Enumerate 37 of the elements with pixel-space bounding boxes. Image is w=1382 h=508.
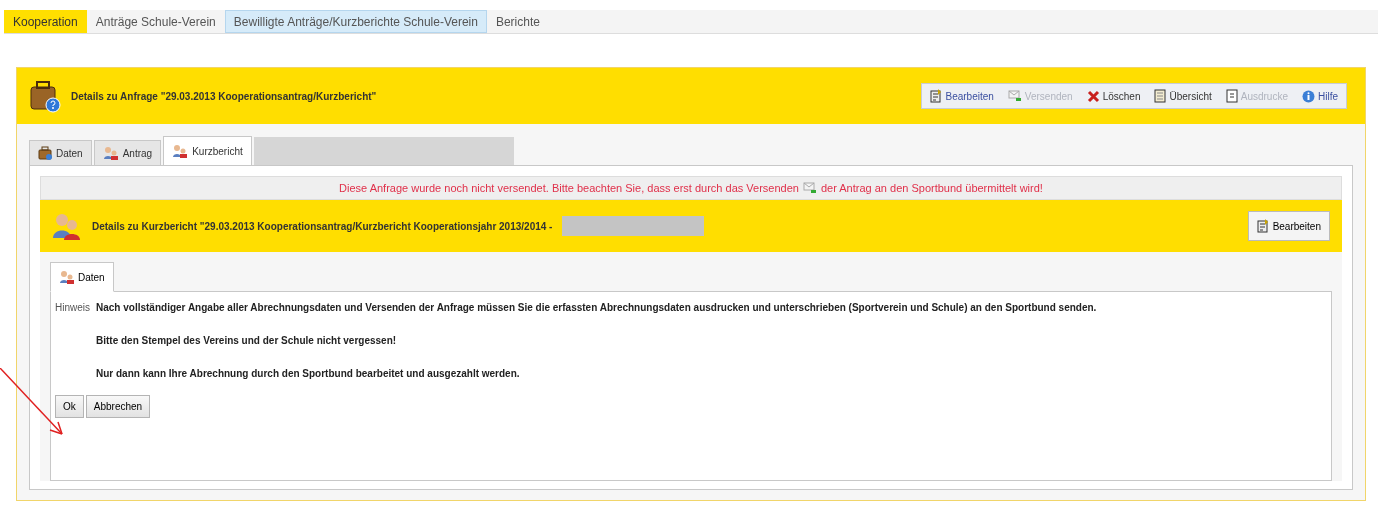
tab[interactable]: Daten <box>29 140 92 166</box>
briefcase-icon <box>38 146 52 160</box>
envelope-icon <box>802 182 817 194</box>
nav-tab[interactable]: Kooperation <box>4 10 87 33</box>
tab[interactable]: Antrag <box>93 140 162 166</box>
cross-icon <box>1086 89 1100 103</box>
nav-tab[interactable]: Berichte <box>486 10 549 33</box>
toolbar-button[interactable]: Bearbeiten <box>930 89 994 103</box>
toolbar-button[interactable]: Löschen <box>1086 89 1141 103</box>
dialog-button[interactable]: Abbrechen <box>85 395 151 418</box>
hint-text: Bitte den Stempel des Vereins und der Schule nicht vergessen! <box>96 335 398 346</box>
briefcase-help-icon <box>29 79 61 113</box>
people-icon <box>59 269 75 285</box>
hint-text: Nur dann kann Ihre Abrechnung durch den Sportbund bearbeitet und ausgezahlt werden. <box>96 368 521 379</box>
people-icon <box>102 145 119 161</box>
report-title: Details zu Kurzbericht "29.03.2013 Kooperationsantrag/Kurzbericht Kooperationsjahr 2013/2014 - <box>92 220 553 232</box>
document-icon <box>1154 89 1167 103</box>
envelope-icon <box>1007 90 1022 102</box>
help-icon <box>1302 89 1315 103</box>
tab[interactable]: Kurzbericht <box>163 136 252 166</box>
people-icon <box>52 212 82 240</box>
printout-icon <box>1225 89 1238 103</box>
notepad-icon <box>930 89 943 103</box>
notice-text: der Antrag an den Sportbund übermittelt wird! <box>820 182 1043 194</box>
toolbar-button[interactable]: Hilfe <box>1302 89 1338 103</box>
notice-text: Diese Anfrage wurde noch nicht versendet. Bitte beachten Sie, dass erst durch das Versenden <box>339 182 799 194</box>
tab[interactable]: Daten <box>50 262 114 292</box>
toolbar-button[interactable]: Übersicht <box>1154 89 1212 103</box>
hint-text: Nach vollständiger Angabe aller Abrechnungsdaten und Versenden der Anfrage müssen Sie die erfassten Abrechnungsdaten ausdrucken und unterschrieben (Sportverein und Schule) an den Sportbund senden. <box>96 302 1098 313</box>
edit-button[interactable]: Bearbeiten <box>1247 211 1330 241</box>
nav-tab[interactable]: Bewilligte Anträge/Kurzberichte Schule-Verein <box>224 10 487 33</box>
nav-tab[interactable]: Anträge Schule-Verein <box>86 10 225 33</box>
people-icon <box>172 143 189 159</box>
dialog-button[interactable]: Ok <box>55 395 84 418</box>
notepad-icon <box>1256 219 1269 233</box>
hint-label: Hinweis <box>55 302 90 313</box>
header-title: Details zu Anfrage "29.03.2013 Kooperationsantrag/Kurzbericht" <box>71 90 378 102</box>
